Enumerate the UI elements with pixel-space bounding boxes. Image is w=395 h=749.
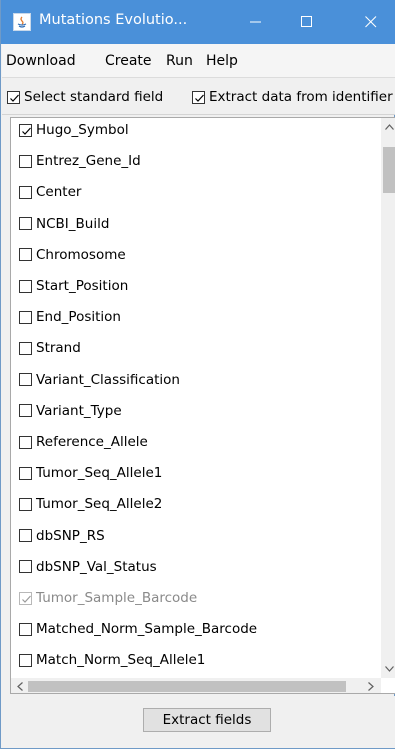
menu-run[interactable]: Run [166, 53, 193, 69]
field-row[interactable]: Variant_Type [19, 403, 122, 419]
action-bar: Extract fields [2, 696, 395, 748]
field-label: End_Position [36, 309, 121, 326]
options-bar: Select standard field Extract data from … [2, 78, 395, 115]
java-app-icon [13, 13, 31, 31]
application-window: Mutations Evolutio... Download Create Ru… [0, 0, 395, 749]
field-row[interactable]: Matched_Norm_Sample_Barcode [19, 621, 257, 637]
select-standard-field-checkbox[interactable] [7, 90, 20, 104]
checkmark-icon [10, 94, 19, 102]
field-checkbox[interactable] [19, 123, 32, 137]
field-row[interactable]: dbSNP_Val_Status [19, 559, 157, 575]
chevron-right-icon[interactable] [368, 682, 374, 691]
vertical-scroll-thumb[interactable] [383, 147, 395, 193]
field-checkbox[interactable] [19, 310, 32, 324]
field-checkbox[interactable] [19, 404, 32, 418]
menu-bar: Download Create Run Help [2, 44, 395, 78]
field-row[interactable]: dbSNP_RS [19, 528, 105, 544]
field-checkbox[interactable] [19, 560, 32, 574]
field-row[interactable]: Tumor_Seq_Allele2 [19, 496, 162, 512]
field-checkbox[interactable] [19, 653, 32, 667]
field-label: Start_Position [36, 278, 129, 294]
field-row[interactable]: Tumor_Seq_Allele1 [19, 465, 162, 481]
field-checkbox[interactable] [19, 154, 32, 168]
field-label: Tumor_Seq_Allele2 [36, 496, 163, 513]
vertical-scrollbar[interactable] [381, 118, 395, 678]
extract-data-option[interactable]: Extract data from identifier [192, 89, 393, 105]
field-row[interactable]: Chromosome [19, 247, 126, 263]
field-checkbox[interactable] [19, 622, 32, 636]
checkmark-icon [22, 595, 31, 603]
chevron-left-icon[interactable] [17, 682, 23, 691]
minimize-icon [250, 21, 261, 23]
field-label: Tumor_Sample_Barcode [36, 590, 198, 606]
field-checkbox[interactable] [19, 248, 32, 262]
field-row[interactable]: Match_Norm_Seq_Allele1 [19, 652, 205, 668]
field-row[interactable]: NCBI_Build [19, 216, 109, 232]
field-checkbox[interactable] [19, 466, 32, 480]
extract-data-label: Extract data from identifier [209, 89, 393, 105]
maximize-button[interactable] [284, 0, 330, 44]
field-checkbox[interactable] [19, 497, 32, 511]
select-standard-field-label: Select standard field [24, 89, 164, 105]
menu-download[interactable]: Download [6, 53, 76, 69]
menu-create[interactable]: Create [105, 53, 152, 69]
field-row[interactable]: Entrez_Gene_Id [19, 153, 141, 169]
field-checkbox[interactable] [19, 279, 32, 293]
field-list[interactable]: Hugo_Symbol Entrez_Gene_Id Center NCBI_Buil… [10, 117, 395, 694]
select-standard-field-option[interactable]: Select standard field [7, 89, 163, 105]
field-checkbox[interactable] [19, 435, 32, 449]
field-row[interactable]: Center [19, 184, 81, 200]
field-row[interactable]: Reference_Allele [19, 434, 148, 450]
field-label: Strand [36, 340, 81, 357]
field-row[interactable]: Tumor_Sample_Barcode [19, 590, 197, 606]
field-checkbox[interactable] [19, 341, 32, 355]
field-label: Matched_Norm_Sample_Barcode [36, 621, 258, 638]
field-row[interactable]: End_Position [19, 309, 121, 325]
field-label: Chromosome [36, 246, 126, 263]
chevron-up-icon[interactable] [385, 124, 394, 130]
field-label: Variant_Type [36, 402, 122, 419]
field-row[interactable]: Start_Position [19, 278, 128, 294]
field-label: dbSNP_RS [36, 527, 105, 544]
field-label: Center [36, 184, 82, 201]
checkmark-icon [195, 94, 204, 102]
extract-fields-button[interactable]: Extract fields [143, 708, 271, 732]
checkmark-icon [22, 127, 31, 135]
minimize-button[interactable] [233, 0, 279, 44]
field-row[interactable]: Variant_Classification [19, 372, 180, 388]
field-checkbox[interactable] [19, 529, 32, 543]
window-title: Mutations Evolutio... [39, 12, 188, 28]
field-checkbox [19, 591, 32, 605]
field-label: NCBI_Build [36, 215, 110, 232]
field-row[interactable]: Hugo_Symbol [19, 122, 129, 138]
menu-help[interactable]: Help [206, 53, 238, 69]
title-bar[interactable]: Mutations Evolutio... [1, 0, 395, 44]
maximize-icon [301, 16, 312, 27]
extract-data-checkbox[interactable] [192, 90, 205, 104]
close-icon [365, 16, 377, 28]
field-label: Reference_Allele [36, 434, 148, 450]
close-button[interactable] [348, 0, 394, 44]
field-label: Tumor_Seq_Allele1 [36, 465, 163, 482]
chevron-down-icon[interactable] [385, 666, 394, 672]
field-label: Entrez_Gene_Id [36, 153, 141, 170]
horizontal-scroll-thumb[interactable] [28, 681, 346, 692]
field-label: dbSNP_Val_Status [36, 558, 157, 575]
field-label: Match_Norm_Seq_Allele1 [36, 652, 206, 669]
field-checkbox[interactable] [19, 373, 32, 387]
horizontal-scrollbar[interactable] [11, 678, 381, 693]
field-checkbox[interactable] [19, 185, 32, 199]
field-row[interactable]: Strand [19, 340, 81, 356]
field-label: Variant_Classification [36, 371, 180, 388]
field-checkbox[interactable] [19, 217, 32, 231]
field-label: Hugo_Symbol [36, 122, 129, 138]
